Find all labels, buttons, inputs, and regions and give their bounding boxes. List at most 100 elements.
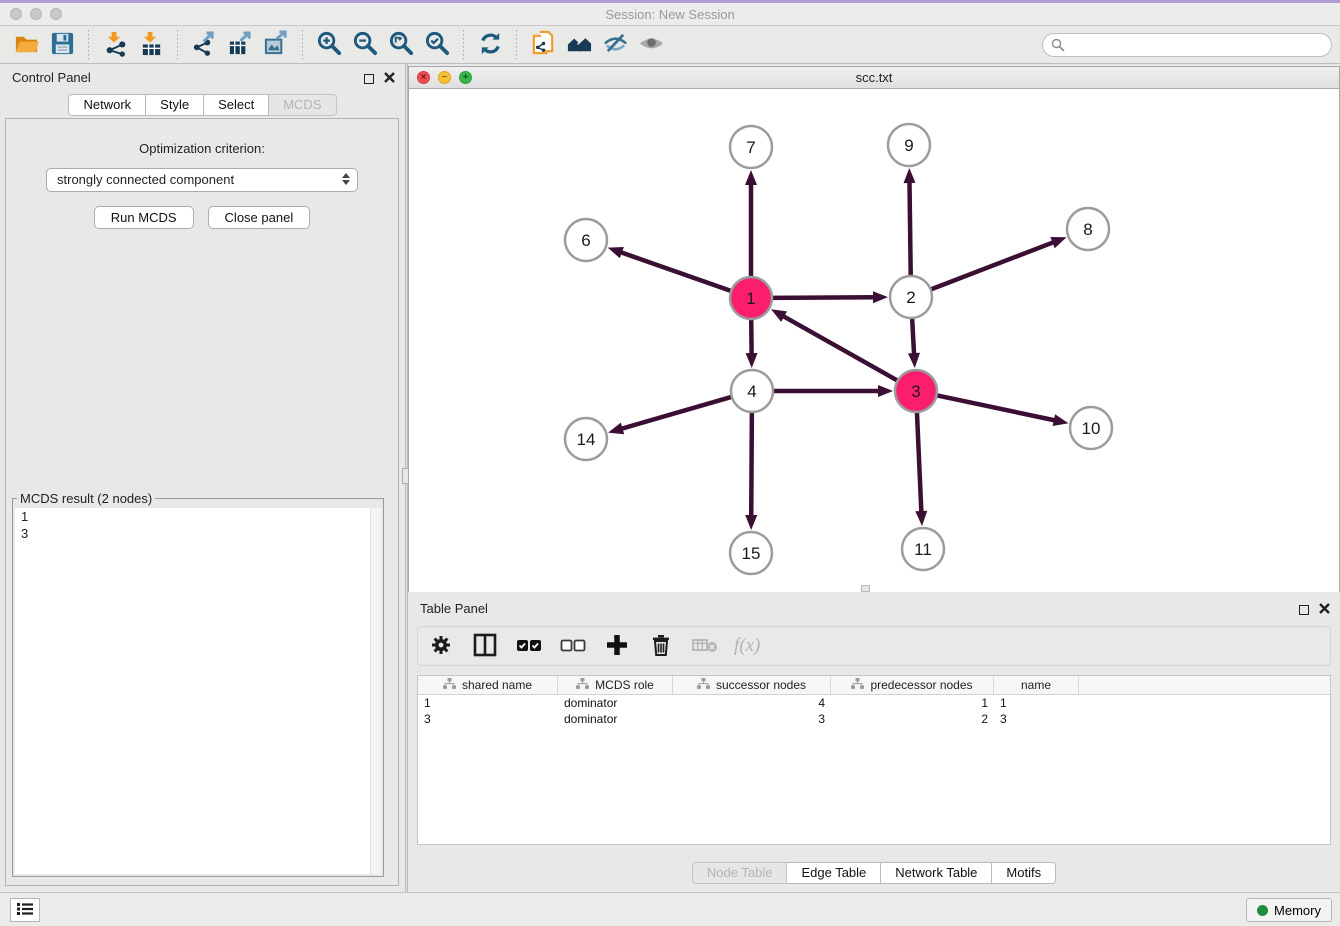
column-hierarchy-icon [697,678,710,693]
network-resize-grip[interactable] [861,585,870,592]
graph-edge-3-1[interactable] [781,315,897,381]
run-mcds-button[interactable]: Run MCDS [94,206,194,229]
cell-shared_name[interactable]: 1 [418,695,558,711]
plus-icon [605,633,629,660]
save-session-button[interactable] [44,29,80,61]
export-network-button[interactable] [186,29,222,61]
graph-edge-3-10[interactable] [937,395,1057,420]
cell-name[interactable]: 1 [994,695,1079,711]
table-tabs: Node TableEdge TableNetwork TableMotifs [408,862,1340,884]
export-table-button[interactable] [222,29,258,61]
tab-select[interactable]: Select [204,94,269,116]
float-panel-icon[interactable] [1299,605,1309,615]
search-input[interactable] [1042,33,1332,57]
tab-motifs[interactable]: Motifs [992,862,1056,884]
graph-edge-arrowhead [608,247,624,258]
cell-mcds_role[interactable]: dominator [558,695,673,711]
hide-selected-button[interactable] [597,29,633,61]
graph-node-label: 14 [577,430,596,449]
zoom-in-button[interactable] [311,29,347,61]
function-builder-button[interactable]: f(x) [734,631,760,661]
tab-edge-table[interactable]: Edge Table [787,862,881,884]
column-header-mcds_role[interactable]: MCDS role [558,676,673,694]
show-all-button[interactable] [633,29,669,61]
network-window-title: scc.txt [409,70,1339,85]
graph-node-label: 9 [904,136,913,155]
graph-edge-4-15[interactable] [751,412,752,518]
zoom-fit-button[interactable] [383,29,419,61]
eye-icon [638,30,665,60]
toolbar-separator [516,30,517,60]
graph-node-label: 8 [1083,220,1092,239]
graph-edge-1-6[interactable] [619,252,731,291]
document-share-icon [530,30,557,60]
deselect-all-columns-button[interactable] [558,631,588,661]
tab-node-table[interactable]: Node Table [692,862,788,884]
graph-edge-3-11[interactable] [917,412,922,514]
mcds-result-group: MCDS result (2 nodes) 13 [12,491,384,877]
delete-table-button[interactable] [690,631,720,661]
close-panel-icon[interactable] [1319,601,1330,619]
export-image-button[interactable] [258,29,294,61]
table-panel: Table Panel f(x) shared nameMCDS rolesuc… [408,595,1340,892]
add-column-button[interactable] [602,631,632,661]
column-header-predecessor[interactable]: predecessor nodes [831,676,994,694]
column-header-successor[interactable]: successor nodes [673,676,831,694]
tab-network[interactable]: Network [68,94,146,116]
tab-mcds[interactable]: MCDS [269,94,336,116]
table-row[interactable]: 3dominator323 [418,711,1330,727]
cell-shared_name[interactable]: 3 [418,711,558,727]
cell-successor[interactable]: 3 [673,711,831,727]
graph-edge-2-3[interactable] [912,318,914,356]
search-icon [1051,38,1065,57]
graph-edge-arrowhead [908,353,920,368]
result-item[interactable]: 1 [15,508,381,525]
cell-successor[interactable]: 4 [673,695,831,711]
result-scrollbar[interactable] [370,508,381,874]
mcds-result-title: MCDS result (2 nodes) [17,491,155,506]
task-history-button[interactable] [10,898,40,922]
column-header-name[interactable]: name [994,676,1079,694]
refresh-button[interactable] [472,29,508,61]
cell-name[interactable]: 3 [994,711,1079,727]
table-row[interactable]: 1dominator411 [418,695,1330,711]
checked-boxes-icon [516,633,542,660]
close-panel-button[interactable]: Close panel [208,206,311,229]
graph-edge-2-9[interactable] [909,180,910,276]
graph-edge-2-8[interactable] [931,242,1056,290]
float-panel-icon[interactable] [364,74,374,84]
cell-predecessor[interactable]: 2 [831,711,994,727]
zoom-out-button[interactable] [347,29,383,61]
column-header-label: predecessor nodes [870,678,972,692]
network-canvas[interactable]: 7968124314101511 [409,89,1339,592]
tab-style[interactable]: Style [146,94,204,116]
clone-network-button[interactable] [525,29,561,61]
split-view-button[interactable] [470,631,500,661]
import-network-button[interactable] [97,29,133,61]
graph-node-label: 10 [1082,419,1101,438]
graph-node-label: 3 [911,382,920,401]
network-window-titlebar: × − + scc.txt [409,67,1339,89]
import-table-icon [138,30,165,60]
column-header-shared_name[interactable]: shared name [418,676,558,694]
cell-mcds_role[interactable]: dominator [558,711,673,727]
memory-button[interactable]: Memory [1246,898,1332,922]
graph-edge-4-14[interactable] [620,397,732,429]
zoom-selected-button[interactable] [419,29,455,61]
delete-column-button[interactable] [646,631,676,661]
cell-predecessor[interactable]: 1 [831,695,994,711]
open-file-button[interactable] [8,29,44,61]
criterion-select[interactable]: strongly connected component [46,168,358,192]
toolbar-separator [88,30,89,60]
select-all-columns-button[interactable] [514,631,544,661]
home-button[interactable] [561,29,597,61]
result-item[interactable]: 3 [15,525,381,542]
import-table-button[interactable] [133,29,169,61]
toolbar-separator [302,30,303,60]
table-settings-button[interactable] [426,631,456,661]
tab-network-table[interactable]: Network Table [881,862,992,884]
export-image-icon [263,30,290,60]
graph-node-label: 15 [742,544,761,563]
close-panel-icon[interactable] [384,70,395,88]
graph-edge-1-2[interactable] [772,297,876,298]
